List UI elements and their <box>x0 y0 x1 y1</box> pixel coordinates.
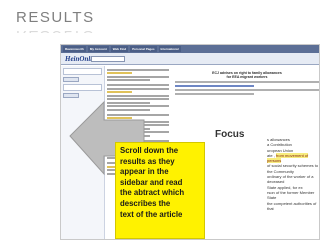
nav-tab-1[interactable]: Ravensworth <box>63 46 86 52</box>
nav-tab-4[interactable]: Personal Pages <box>130 46 157 52</box>
slide-title-reflection: RESULTS <box>16 26 95 33</box>
sidebar-search-button[interactable] <box>63 77 79 82</box>
instruction-callout: Scroll down the results as they appear i… <box>115 142 205 239</box>
article-text-line: ordinary of the worker of a deceased <box>267 174 314 185</box>
article-text-plain: ate , <box>267 152 276 158</box>
sidebar-filter-field[interactable] <box>63 84 102 91</box>
callout-line: sidebar and read <box>120 177 183 187</box>
article-text-line: rson of the former Member State <box>267 189 315 201</box>
database-header: HeinOnline <box>61 53 319 65</box>
slide-title: RESULTS <box>16 9 95 26</box>
article-section-heading: Focus <box>215 129 245 140</box>
callout-line: text of the article <box>120 209 183 219</box>
nav-tab-3[interactable]: Web Find <box>110 46 129 52</box>
list-item[interactable] <box>107 68 169 81</box>
article-body-text: s allowances a Contribution uropean Unio… <box>267 137 319 211</box>
nav-tab-2[interactable]: My Account <box>87 46 109 52</box>
sidebar-search-field[interactable] <box>63 68 102 75</box>
search-input[interactable] <box>91 56 125 62</box>
article-title: ECJ advises on right to family allowance… <box>175 71 319 79</box>
callout-line: results as they <box>120 156 175 166</box>
callout-line: the abtract which <box>120 188 185 198</box>
callout-line: Scroll down the <box>120 146 179 155</box>
article-text-line: the competent authorities of that <box>267 200 317 211</box>
article-text-line: of social security schemes to <box>267 163 319 169</box>
article-text-line: ate , from movement of persons <box>267 152 319 164</box>
callout-line: describes the <box>120 198 171 208</box>
article-title-line-2: for EEA migrant workers <box>226 75 268 79</box>
browser-top-nav: Ravensworth My Account Web Find Personal… <box>61 45 319 53</box>
slide-title-reflection-text: RESULTS <box>16 27 95 33</box>
nav-tab-5[interactable]: International <box>158 46 181 52</box>
callout-line: appear in the <box>120 167 169 177</box>
